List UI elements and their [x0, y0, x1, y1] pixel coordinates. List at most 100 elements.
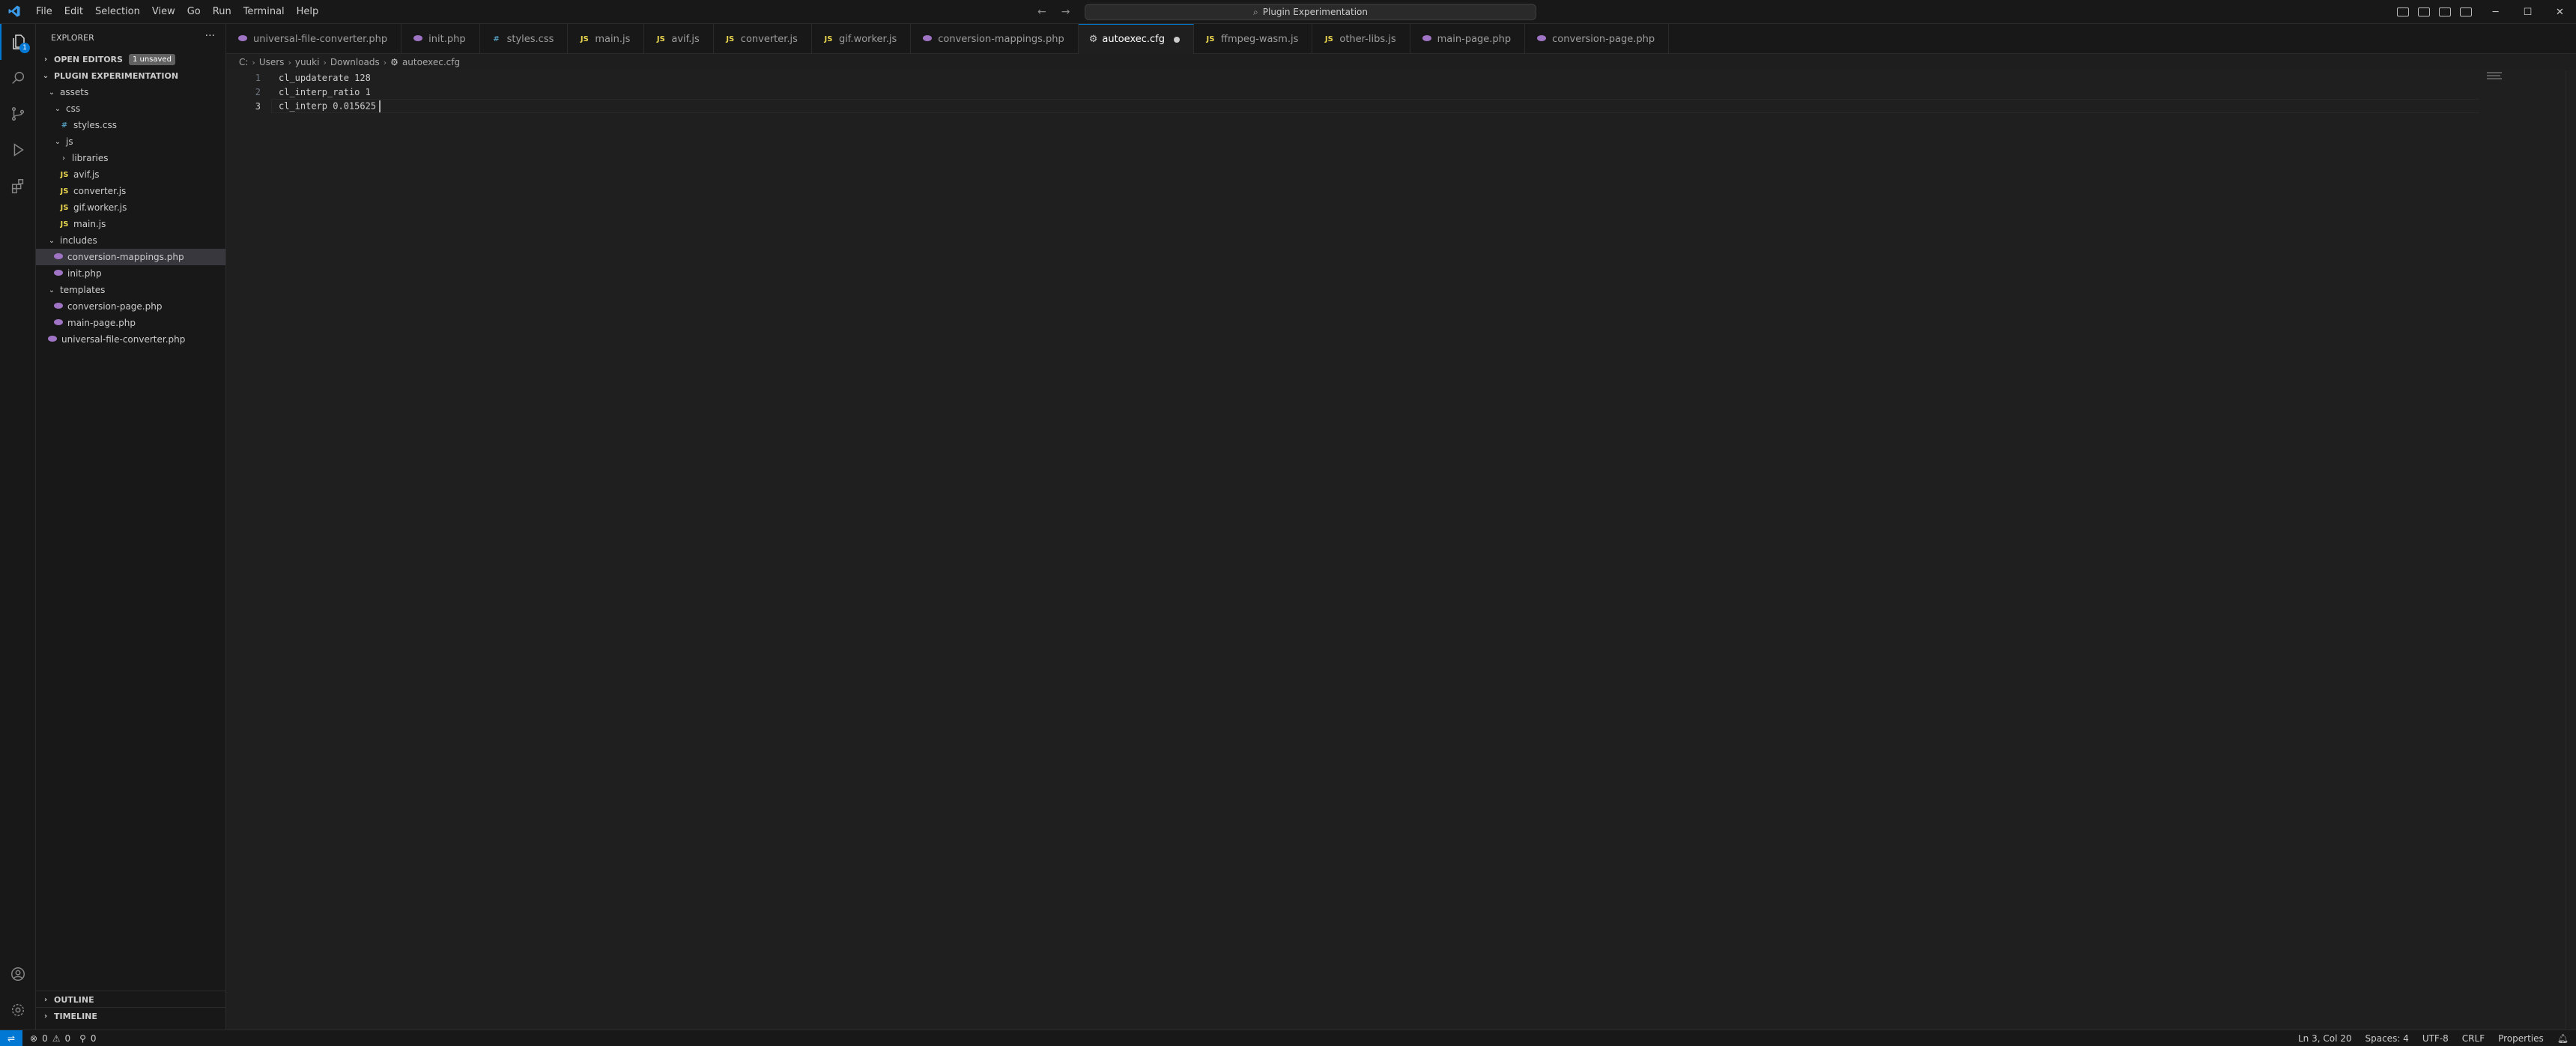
end-of-line[interactable]: CRLF: [2462, 1033, 2485, 1044]
remote-indicator-icon[interactable]: ⇌: [0, 1030, 22, 1046]
menu-item-edit[interactable]: Edit: [58, 0, 89, 24]
search-icon[interactable]: [0, 60, 36, 96]
php-file-icon: [52, 318, 64, 328]
php-file-icon: [46, 335, 58, 345]
encoding[interactable]: UTF-8: [2422, 1033, 2449, 1044]
explorer-sidebar: EXPLORER ··· › OPEN EDITORS 1 unsaved ⌄ …: [36, 24, 226, 1034]
tree-file[interactable]: JS avif.js: [36, 166, 225, 183]
menu-item-file[interactable]: File: [30, 0, 58, 24]
tree-folder[interactable]: › libraries: [36, 150, 225, 166]
settings-gear-icon[interactable]: [0, 992, 36, 1028]
tree-file[interactable]: conversion-page.php: [36, 298, 225, 315]
menu-item-go[interactable]: Go: [181, 0, 207, 24]
warning-count: 0: [64, 1033, 71, 1044]
close-button[interactable]: ✕: [2544, 7, 2576, 18]
toggle-panel-icon[interactable]: [2418, 7, 2430, 16]
ports-icon[interactable]: ⚲: [79, 1033, 86, 1044]
more-actions-icon[interactable]: ···: [205, 30, 215, 42]
layout-controls: [2397, 0, 2472, 24]
project-section[interactable]: ⌄ PLUGIN EXPERIMENTATION: [36, 67, 225, 84]
outline-section[interactable]: › OUTLINE: [36, 991, 226, 1008]
notifications-bell-icon[interactable]: 🔔︎: [2557, 1033, 2569, 1044]
editor-tab[interactable]: JS avif.js: [644, 24, 714, 54]
breadcrumb-item[interactable]: C:: [239, 57, 248, 67]
editor-tab[interactable]: # styles.css: [480, 24, 569, 54]
maximize-button[interactable]: ☐: [2512, 7, 2544, 18]
language-mode[interactable]: Properties: [2498, 1033, 2544, 1044]
breadcrumb-separator-icon: ›: [288, 57, 291, 67]
back-arrow-icon[interactable]: ←: [1037, 6, 1046, 18]
problems-indicator[interactable]: ⊗ 0 ⚠ 0 ⚲ 0: [30, 1033, 97, 1044]
css-file-icon: #: [61, 121, 68, 130]
customize-layout-icon[interactable]: [2460, 7, 2472, 16]
toggle-sidebar-icon[interactable]: [2397, 7, 2409, 16]
command-center[interactable]: ⌕ Plugin Experimentation: [1085, 4, 1536, 20]
vertical-scrollbar[interactable]: [2566, 70, 2576, 1034]
tree-item-label: css: [66, 103, 81, 114]
editor-tab[interactable]: JS other-libs.js: [1312, 24, 1410, 54]
editor-tab[interactable]: init.php: [401, 24, 480, 54]
minimap-line: [2487, 78, 2502, 79]
editor-tab[interactable]: JS main.js: [568, 24, 645, 54]
forward-arrow-icon[interactable]: →: [1061, 6, 1070, 18]
unsaved-dot-icon[interactable]: [1174, 36, 1180, 43]
editor-tab[interactable]: JS gif.worker.js: [812, 24, 912, 54]
menu-item-view[interactable]: View: [146, 0, 181, 24]
tree-folder[interactable]: ⌄ templates: [36, 282, 225, 298]
tab-label: conversion-mappings.php: [938, 33, 1064, 45]
code-editor[interactable]: 1 cl_updaterate 128 2 cl_interp_ratio 1 3 cl_…: [226, 70, 2576, 1034]
minimap[interactable]: [2479, 70, 2566, 1034]
tree-file[interactable]: conversion-mappings.php: [36, 249, 225, 265]
chevron-down-icon: ⌄: [48, 236, 55, 245]
tree-file[interactable]: main-page.php: [36, 315, 225, 331]
extensions-icon[interactable]: [0, 168, 36, 204]
breadcrumb-item[interactable]: autoexec.cfg: [402, 57, 460, 67]
tree-folder[interactable]: ⌄ assets: [36, 84, 225, 100]
open-editors-section[interactable]: › OPEN EDITORS 1 unsaved: [36, 51, 225, 67]
editor-tab[interactable]: main-page.php: [1410, 24, 1526, 54]
toggle-secondary-sidebar-icon[interactable]: [2439, 7, 2451, 16]
tab-label: main-page.php: [1437, 33, 1512, 45]
editor-tab[interactable]: conversion-page.php: [1525, 24, 1670, 54]
timeline-section[interactable]: › TIMELINE: [36, 1007, 226, 1024]
vscode-logo-icon: [7, 4, 22, 19]
code-line[interactable]: 3 cl_interp 0.015625: [226, 99, 381, 113]
menu-item-run[interactable]: Run: [207, 0, 237, 24]
error-icon: ⊗: [30, 1033, 38, 1044]
tree-file[interactable]: JS gif.worker.js: [36, 199, 225, 216]
breadcrumb-item[interactable]: yuuki: [295, 57, 320, 67]
chevron-right-icon: ›: [43, 1012, 48, 1021]
breadcrumb-item[interactable]: Users: [259, 57, 285, 67]
run-debug-icon[interactable]: [0, 132, 36, 168]
tree-folder[interactable]: ⌄ js: [36, 133, 225, 150]
code-line[interactable]: 2 cl_interp_ratio 1: [226, 85, 371, 99]
editor-tab[interactable]: conversion-mappings.php: [911, 24, 1079, 54]
tree-file[interactable]: # styles.css: [36, 117, 225, 133]
tree-file[interactable]: init.php: [36, 265, 225, 282]
indentation[interactable]: Spaces: 4: [2366, 1033, 2409, 1044]
tree-file[interactable]: universal-file-converter.php: [36, 331, 225, 348]
account-icon[interactable]: [0, 956, 36, 992]
editor-tab[interactable]: ⚙ autoexec.cfg: [1078, 24, 1194, 54]
tree-folder[interactable]: ⌄ includes: [36, 232, 225, 249]
cursor-position[interactable]: Ln 3, Col 20: [2298, 1033, 2352, 1044]
source-control-icon[interactable]: [0, 96, 36, 132]
tree-item-label: init.php: [67, 268, 102, 279]
tree-file[interactable]: JS converter.js: [36, 183, 225, 199]
breadcrumb-separator-icon: ›: [323, 57, 327, 67]
menu-item-terminal[interactable]: Terminal: [237, 0, 291, 24]
menu-item-help[interactable]: Help: [291, 0, 325, 24]
tree-folder[interactable]: ⌄ css: [36, 100, 225, 117]
editor-tab[interactable]: JS ffmpeg-wasm.js: [1194, 24, 1313, 54]
minimize-button[interactable]: ─: [2479, 7, 2512, 18]
editor-tab[interactable]: JS converter.js: [714, 24, 812, 54]
tree-item-label: main-page.php: [67, 318, 136, 328]
editor-tab[interactable]: universal-file-converter.php: [226, 24, 402, 54]
css-file-icon: #: [493, 34, 500, 43]
explorer-icon[interactable]: 1: [0, 24, 36, 60]
breadcrumb-item[interactable]: Downloads: [330, 57, 380, 67]
menu-item-selection[interactable]: Selection: [89, 0, 146, 24]
code-line[interactable]: 1 cl_updaterate 128: [226, 70, 371, 85]
tree-file[interactable]: JS main.js: [36, 216, 225, 232]
explorer-title: EXPLORER: [51, 32, 94, 43]
